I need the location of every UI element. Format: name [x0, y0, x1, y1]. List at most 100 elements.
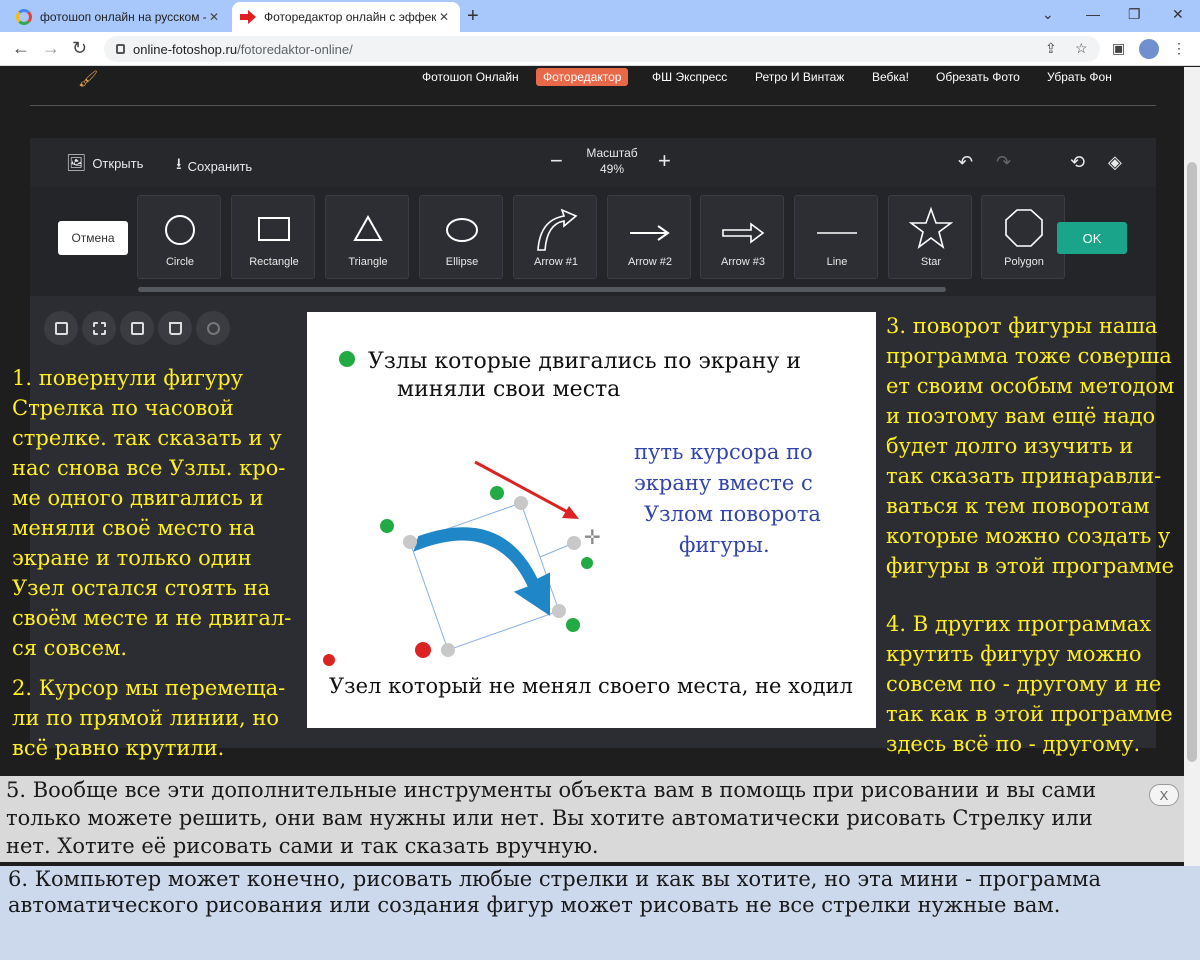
close-tab-icon[interactable]: ✕ [206, 10, 222, 24]
note-line: всё равно крутили. [12, 736, 225, 760]
shape-circle[interactable]: Circle [137, 195, 221, 279]
page-scrollbar[interactable] [1184, 67, 1200, 867]
flip-icon[interactable] [82, 311, 116, 345]
url-host: online-fotoshop.ru [133, 41, 238, 57]
tab-fotoshop-search[interactable]: фотошоп онлайн на русском - П ✕ [8, 2, 230, 32]
note-2: 2. Курсор мы перемеща- ли по прямой лини… [12, 673, 285, 763]
star-shape-icon [909, 206, 953, 250]
shapes-panel: Отмена Circle Rectangle Triangle Ellipse… [30, 186, 1156, 296]
menu-icon[interactable]: ⋮ [1172, 40, 1186, 57]
shape-arrow-2[interactable]: Arrow #2 [607, 195, 691, 279]
zoom-in-button[interactable]: + [658, 150, 671, 172]
ok-button[interactable]: OK [1057, 222, 1127, 254]
redo-icon[interactable]: ↷ [996, 152, 1011, 173]
shape-label: Ellipse [445, 256, 479, 268]
note-line: нас снова все Узлы. кро- [12, 456, 286, 480]
profile-avatar[interactable] [1139, 39, 1159, 59]
note-line: экране и только один [12, 546, 252, 570]
note-line: 2. Курсор мы перемеща- [12, 676, 286, 700]
moved-node [380, 519, 394, 533]
note-line: совсем по - другому и не [886, 672, 1162, 696]
moved-node [490, 486, 504, 500]
note-line: ли по прямой линии, но [12, 706, 279, 730]
note-line: стрелке. так сказать и у [12, 426, 282, 450]
shape-triangle[interactable]: Triangle [325, 195, 409, 279]
note-line: 6. Компьютер может конечно, рисовать люб… [8, 867, 1102, 891]
layers-icon[interactable]: ◈ [1108, 152, 1122, 173]
bookmark-star-icon[interactable]: ☆ [1075, 40, 1088, 57]
legend-line-2: миняли свои места [397, 377, 620, 402]
delete-icon[interactable] [158, 311, 192, 345]
gray-handle [403, 535, 417, 549]
tab-title: фотошоп онлайн на русском - П [40, 10, 206, 24]
cursor-note-line: Узлом поворота [644, 502, 821, 526]
reload-icon[interactable]: ↻ [72, 38, 87, 58]
duplicate-icon[interactable] [44, 311, 78, 345]
cancel-button[interactable]: Отмена [58, 221, 128, 255]
note-line: Узел остался стоять на [12, 576, 271, 600]
zoom-out-button[interactable]: − [550, 150, 563, 172]
nav-link-active[interactable]: Фоторедактор [536, 68, 629, 86]
shape-arrow-3[interactable]: Arrow #3 [700, 195, 784, 279]
block-arrow-shape-icon [722, 222, 765, 244]
nav-link[interactable]: Вебка! [872, 70, 909, 84]
new-tab-button[interactable]: + [467, 6, 479, 26]
note-line: так как в этой программе [886, 702, 1173, 726]
cursor-note-line: фигуры. [679, 533, 770, 557]
shape-ellipse[interactable]: Ellipse [419, 195, 503, 279]
cursor-path-arrowhead [562, 506, 579, 519]
nav-link[interactable]: Ретро И Винтаж [755, 70, 844, 84]
undo-icon[interactable]: ↶ [958, 152, 973, 173]
polygon-shape-icon [1005, 209, 1043, 247]
url-field[interactable]: online-fotoshop.ru/fotoredaktor-online/ [104, 36, 1100, 62]
open-button[interactable]: 🖼 Открыть [66, 153, 143, 173]
rectangle-shape-icon [258, 217, 290, 241]
minimize-icon[interactable]: — [1086, 6, 1100, 22]
note-1: 1. повернули фигуру Стрелка по часовой с… [12, 363, 291, 663]
note-line: и поэтому вам ещё надо [886, 404, 1156, 428]
shapes-scrollbar[interactable] [138, 287, 946, 292]
nav-divider [30, 105, 1156, 106]
shape-arrow-1[interactable]: Arrow #1 [513, 195, 597, 279]
red-arrow-favicon-icon [240, 10, 256, 24]
scrollbar-thumb[interactable] [1187, 162, 1197, 762]
tab-fotoredaktor[interactable]: Фоторедактор онлайн с эффект ✕ [232, 2, 460, 32]
note-line: 4. В других программах [886, 612, 1152, 636]
back-icon[interactable]: ← [12, 38, 30, 58]
editor-canvas[interactable]: Узлы которые двигались по экрану и минял… [307, 312, 876, 728]
close-banner-button[interactable]: X [1149, 784, 1179, 806]
shape-star[interactable]: Star [888, 195, 972, 279]
image-icon: 🖼 [66, 155, 87, 172]
forward-icon[interactable]: → [42, 38, 60, 58]
gray-handle [552, 604, 566, 618]
note-line: Стрелка по часовой [12, 396, 234, 420]
nav-link[interactable]: Фотошоп Онлайн [422, 70, 519, 84]
note-line: только можете решить, они вам нужны или … [6, 806, 1093, 830]
close-tab-icon[interactable]: ✕ [436, 10, 452, 24]
zoom-title: Масштаб [586, 146, 638, 160]
note-line: 5. Вообще все эти дополнительные инструм… [6, 778, 1097, 802]
canvas-drawing: Узлы которые двигались по экрану и минял… [323, 349, 853, 698]
history-icon[interactable]: ⟲ [1070, 152, 1085, 173]
share-icon[interactable]: ⇪ [1045, 40, 1057, 57]
shape-polygon[interactable]: Polygon [981, 195, 1065, 279]
restore-icon[interactable]: ❐ [1128, 6, 1141, 23]
note-line: меняли своё место на [12, 516, 256, 540]
nav-link[interactable]: Обрезать Фото [936, 70, 1020, 84]
shape-label: Triangle [348, 256, 388, 268]
shape-rectangle[interactable]: Rectangle [231, 195, 315, 279]
shape-line[interactable]: Line [794, 195, 878, 279]
brush-logo-icon[interactable]: 🖌 [78, 69, 98, 89]
save-button[interactable]: ⭳ Сохранить [176, 153, 252, 180]
tab-title: Фоторедактор онлайн с эффект [264, 10, 436, 24]
curved-arrow-shape-icon [537, 208, 578, 251]
tab-search-icon[interactable]: ⌄ [1042, 6, 1054, 23]
nav-link[interactable]: ФШ Экспресс [652, 70, 727, 84]
bring-forward-icon[interactable] [120, 311, 154, 345]
settings-gear-icon[interactable] [196, 311, 230, 345]
note-line: 3. поворот фигуры наша [886, 314, 1158, 338]
close-window-icon[interactable]: ✕ [1172, 6, 1184, 23]
nav-link[interactable]: Убрать Фон [1047, 70, 1112, 84]
side-panel-icon[interactable]: ▣ [1112, 40, 1125, 57]
note-line: своём месте и не двигал- [12, 606, 292, 630]
